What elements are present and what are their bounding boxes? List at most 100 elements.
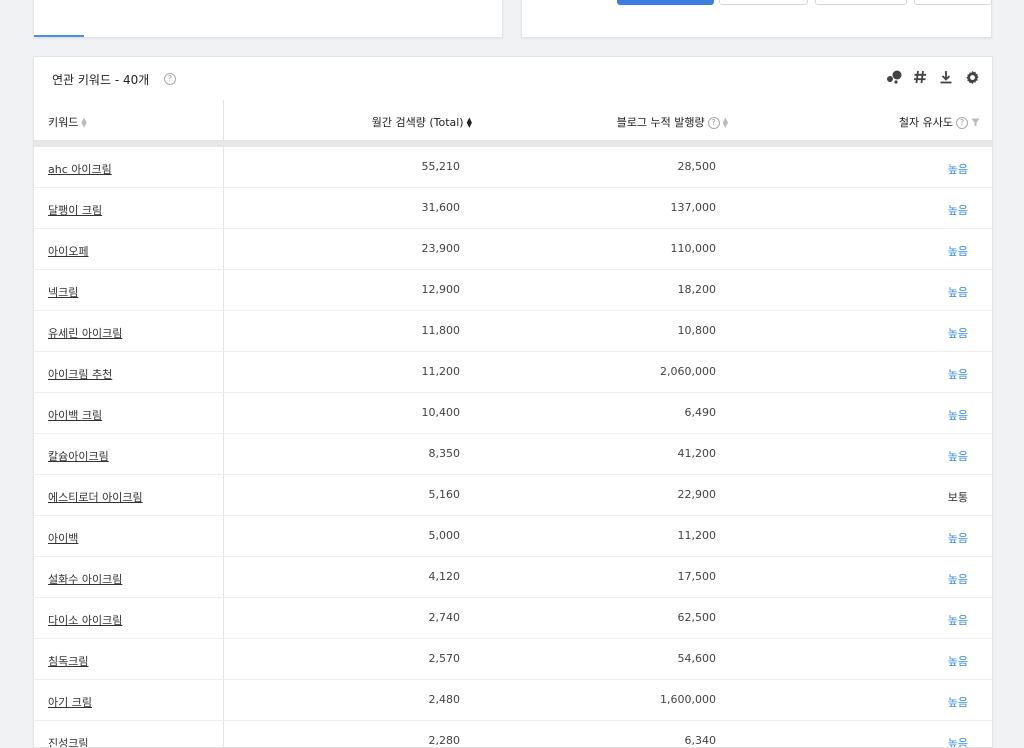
- keyword-link[interactable]: 아이백: [48, 530, 78, 546]
- monthly-search-value: 10,400: [421, 406, 461, 419]
- table-row: 아이백 5,000 11,200 높음: [34, 516, 992, 557]
- blog-posts-value: 62,500: [677, 611, 717, 624]
- primary-action-button[interactable]: [617, 0, 714, 5]
- blog-posts-value: 54,600: [677, 652, 717, 665]
- table-row: 칼슘아이크림 8,350 41,200 높음: [34, 434, 992, 475]
- keyword-link[interactable]: 아기 크림: [48, 694, 92, 710]
- help-icon[interactable]: ?: [956, 117, 968, 129]
- help-icon[interactable]: ?: [164, 73, 176, 85]
- table-row: 아기 크림 2,480 1,600,000 높음: [34, 680, 992, 721]
- keyword-link[interactable]: ahc 아이크림: [48, 161, 112, 177]
- table-row: 아이크림 추천 11,200 2,060,000 높음: [34, 352, 992, 393]
- table-row: 다이소 아이크림 2,740 62,500 높음: [34, 598, 992, 639]
- section-title: 연관 키워드 - 40개: [52, 73, 150, 87]
- table-row: 아이백 크림 10,400 6,490 높음: [34, 393, 992, 434]
- similarity-value: 높음: [947, 532, 968, 545]
- download-icon[interactable]: [938, 69, 954, 85]
- col-blog-posts-label: 블로그 누적 발행량: [616, 116, 705, 129]
- col-blog-posts[interactable]: 블로그 누적 발행량? ▲ ▼: [617, 114, 728, 130]
- similarity-value: 높음: [947, 204, 968, 217]
- table-row: 침독크림 2,570 54,600 높음: [34, 639, 992, 680]
- toolbar: [886, 69, 980, 85]
- secondary-button-1[interactable]: [719, 0, 808, 5]
- blog-posts-value: 17,500: [677, 570, 717, 583]
- bubble-chart-icon[interactable]: [886, 69, 902, 85]
- similarity-value: 높음: [947, 737, 968, 748]
- col-keyword[interactable]: 키워드 ▲ ▼: [48, 114, 87, 130]
- related-keywords-card: 연관 키워드 - 40개 ? 키워드 ▲ ▼ 월간 검색량 (Total) ▲ ▼ 블로…: [33, 56, 993, 748]
- blog-posts-value: 2,060,000: [660, 365, 716, 378]
- keyword-link[interactable]: 설화수 아이크림: [48, 571, 122, 587]
- keyword-link[interactable]: 에스티로더 아이크림: [48, 489, 143, 505]
- monthly-search-value: 23,900: [421, 242, 461, 255]
- similarity-value: 높음: [947, 327, 968, 340]
- keyword-link[interactable]: 진성크림: [48, 735, 88, 747]
- similarity-value: 보통: [947, 491, 968, 504]
- col-keyword-label: 키워드: [48, 116, 79, 129]
- blog-posts-value: 137,000: [670, 201, 717, 214]
- blog-posts-value: 10,800: [677, 324, 717, 337]
- monthly-search-value: 4,120: [428, 570, 461, 583]
- table-row: ahc 아이크림 55,210 28,500 높음: [34, 147, 992, 188]
- sort-icon[interactable]: ▲ ▼: [723, 117, 728, 129]
- blog-posts-value: 18,200: [677, 283, 717, 296]
- similarity-value: 높음: [947, 245, 968, 258]
- top-card-right: [521, 0, 992, 38]
- col-monthly-search-label: 월간 검색량 (Total): [371, 116, 464, 129]
- similarity-value: 높음: [947, 163, 968, 176]
- help-icon[interactable]: ?: [707, 117, 720, 129]
- monthly-search-value: 12,900: [421, 283, 461, 296]
- col-similarity[interactable]: 철자 유사도?: [899, 114, 980, 130]
- keyword-link[interactable]: 칼슘아이크림: [48, 448, 109, 464]
- monthly-search-value: 2,570: [428, 652, 461, 665]
- monthly-search-value: 11,800: [421, 324, 461, 337]
- monthly-search-value: 2,480: [428, 693, 461, 706]
- similarity-value: 높음: [947, 655, 968, 668]
- top-card-left: [33, 0, 503, 38]
- keyword-link[interactable]: 침독크림: [48, 653, 88, 669]
- keyword-link[interactable]: 아이오페: [48, 243, 88, 259]
- gear-icon[interactable]: [964, 69, 980, 85]
- secondary-button-3[interactable]: [914, 0, 992, 5]
- hashtag-icon[interactable]: [912, 69, 928, 85]
- secondary-button-2[interactable]: [815, 0, 907, 5]
- monthly-search-value: 5,160: [428, 488, 461, 501]
- similarity-value: 높음: [947, 450, 968, 463]
- blog-posts-value: 28,500: [677, 160, 717, 173]
- table-row: 설화수 아이크림 4,120 17,500 높음: [34, 557, 992, 598]
- keyword-table-body: ahc 아이크림 55,210 28,500 높음 달팽이 크림 31,600 137,00…: [34, 147, 992, 748]
- keyword-link[interactable]: 넥크림: [48, 284, 78, 300]
- keyword-link[interactable]: 아이백 크림: [48, 407, 102, 423]
- sort-icon[interactable]: ▲ ▼: [81, 117, 86, 129]
- table-row: 유세린 아이크림 11,800 10,800 높음: [34, 311, 992, 352]
- table-row: 에스티로더 아이크림 5,160 22,900 보통: [34, 475, 992, 516]
- blog-posts-value: 1,600,000: [660, 693, 716, 706]
- blog-posts-value: 6,340: [684, 734, 717, 747]
- table-header: 키워드 ▲ ▼ 월간 검색량 (Total) ▲ ▼ 블로그 누적 발행량? ▲ ▼ 철자 …: [34, 100, 992, 141]
- table-row: 진성크림 2,280 6,340 높음: [34, 721, 992, 748]
- monthly-search-value: 31,600: [421, 201, 461, 214]
- similarity-value: 높음: [947, 286, 968, 299]
- similarity-value: 높음: [947, 573, 968, 586]
- blog-posts-value: 41,200: [677, 447, 717, 460]
- blog-posts-value: 22,900: [677, 488, 717, 501]
- keyword-link[interactable]: 유세린 아이크림: [48, 325, 122, 341]
- sort-desc-icon[interactable]: ▲ ▼: [467, 117, 472, 129]
- monthly-search-value: 2,280: [428, 734, 461, 747]
- monthly-search-value: 11,200: [421, 365, 461, 378]
- keyword-link[interactable]: 아이크림 추천: [48, 366, 112, 382]
- monthly-search-value: 2,740: [428, 611, 461, 624]
- similarity-value: 높음: [947, 409, 968, 422]
- keyword-link[interactable]: 다이소 아이크림: [48, 612, 122, 628]
- similarity-value: 높음: [947, 614, 968, 627]
- monthly-search-value: 8,350: [428, 447, 461, 460]
- card-header: 연관 키워드 - 40개 ?: [34, 57, 992, 101]
- col-monthly-search[interactable]: 월간 검색량 (Total) ▲ ▼: [372, 114, 472, 130]
- blog-posts-value: 6,490: [684, 406, 717, 419]
- similarity-value: 높음: [947, 368, 968, 381]
- table-row: 넥크림 12,900 18,200 높음: [34, 270, 992, 311]
- monthly-search-value: 55,210: [421, 160, 461, 173]
- filter-icon[interactable]: [971, 117, 980, 130]
- keyword-link[interactable]: 달팽이 크림: [48, 202, 102, 218]
- blog-posts-value: 11,200: [677, 529, 717, 542]
